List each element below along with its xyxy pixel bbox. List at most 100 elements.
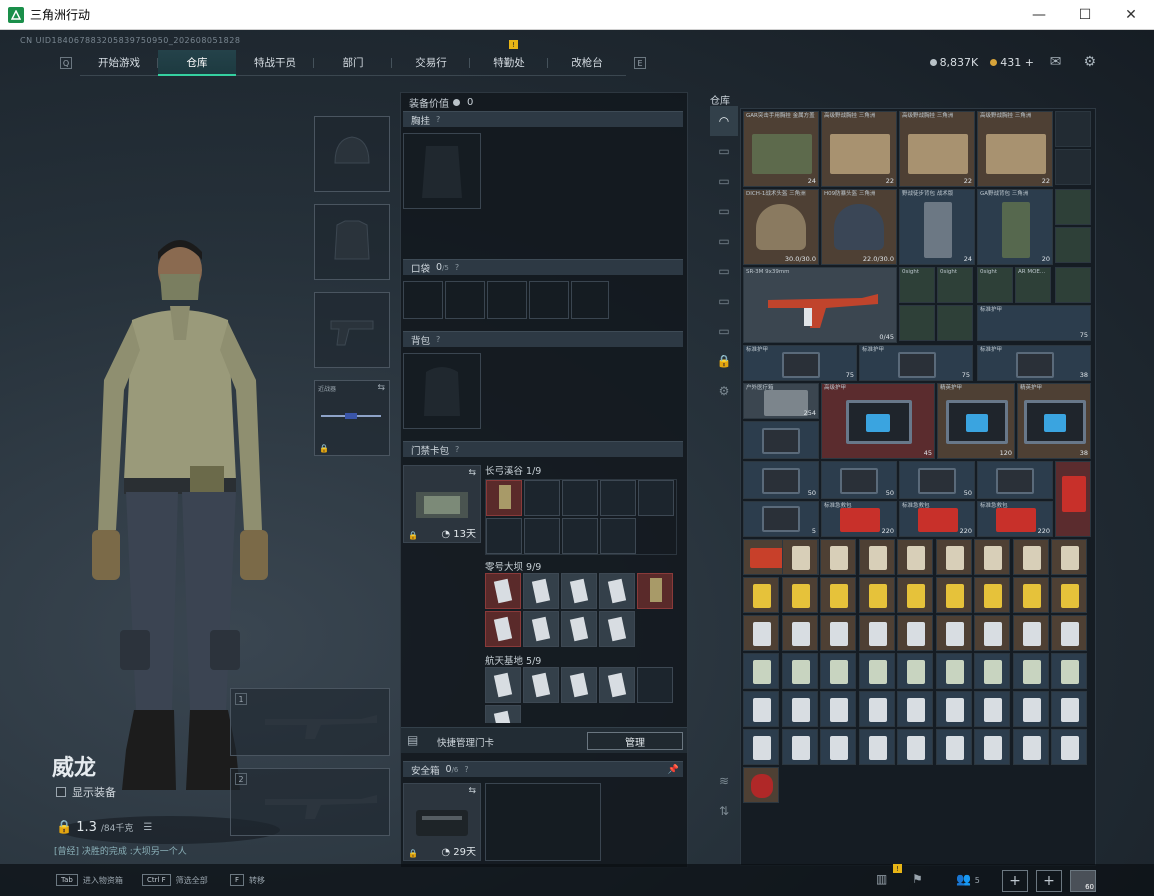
stats-icon[interactable]: ▥ xyxy=(876,872,887,886)
stash-item[interactable] xyxy=(1051,653,1087,689)
sort-icon[interactable]: ⇅ xyxy=(710,796,738,826)
stash-item[interactable] xyxy=(743,421,819,459)
tab-gunsmith[interactable]: 改枪台 xyxy=(548,50,626,76)
key-card-item[interactable] xyxy=(485,705,521,723)
stash-item[interactable] xyxy=(935,653,972,689)
key-slot[interactable] xyxy=(637,667,673,703)
key-card-item[interactable] xyxy=(523,611,559,647)
key-slot[interactable] xyxy=(638,480,674,516)
stash-item[interactable] xyxy=(1051,539,1087,575)
gear-icon[interactable]: ⚙ xyxy=(1083,54,1096,70)
flag-icon[interactable]: ⚑ xyxy=(912,872,923,886)
armor-slot[interactable] xyxy=(314,204,390,280)
tab-weapons-icon[interactable]: ▭ xyxy=(710,286,738,316)
stash-item[interactable] xyxy=(1012,539,1049,575)
key-card-item[interactable] xyxy=(637,573,673,609)
stash-item[interactable] xyxy=(1051,691,1087,727)
stash-item[interactable] xyxy=(743,767,779,803)
primary-weapon-slot-1[interactable]: 1 xyxy=(230,688,390,756)
stash-item[interactable]: 50 xyxy=(743,461,819,499)
stash-item[interactable] xyxy=(781,691,818,727)
stash-item[interactable] xyxy=(897,577,933,613)
key-card-item[interactable] xyxy=(485,667,521,703)
stash-item[interactable] xyxy=(935,539,972,575)
stash-item[interactable] xyxy=(820,729,856,765)
melee-slot[interactable]: 近战器 ⇆ 🔒 xyxy=(314,380,390,456)
stash-item[interactable]: GA野战背包 三角洲 20 xyxy=(977,189,1053,265)
key-card-item[interactable] xyxy=(599,573,635,609)
invite-slot-button[interactable]: + xyxy=(1002,870,1028,892)
stash-item[interactable]: 50 xyxy=(899,461,975,499)
stash-item[interactable]: 高级野战胸挂 三角洲 22 xyxy=(977,111,1053,187)
hint-transfer[interactable]: F 转移 xyxy=(230,874,265,886)
stash-item[interactable] xyxy=(897,615,933,651)
stash-item[interactable] xyxy=(781,539,818,575)
stash-item[interactable]: 高级护甲 45 xyxy=(821,383,935,459)
stash-item[interactable] xyxy=(820,615,856,651)
stash-item[interactable]: 0sight xyxy=(937,267,973,303)
stash-item[interactable]: AR MOE... xyxy=(1015,267,1051,303)
swap-icon[interactable]: ⇆ xyxy=(377,383,385,393)
add-currency-button[interactable]: + xyxy=(1025,56,1034,69)
help-icon[interactable]: ? xyxy=(436,115,440,124)
key-card-item[interactable] xyxy=(485,611,521,647)
stash-item[interactable] xyxy=(858,691,895,727)
tab-weapons-icon[interactable]: ▭ xyxy=(710,256,738,286)
stash-item[interactable] xyxy=(974,577,1010,613)
hint-tab[interactable]: Tab 进入物资箱 xyxy=(56,874,123,886)
stash-item[interactable] xyxy=(1012,577,1049,613)
key-slot[interactable] xyxy=(600,518,636,554)
stash-item[interactable] xyxy=(1055,111,1091,147)
stash-item[interactable] xyxy=(858,729,895,765)
key-slot[interactable] xyxy=(524,480,560,516)
stash-item[interactable] xyxy=(1012,653,1049,689)
maximize-button[interactable]: ☐ xyxy=(1062,0,1108,30)
stash-item[interactable]: 标准急救包 220 xyxy=(821,501,897,537)
stash-item[interactable]: H09防暴头盔 三角洲 22.0/30.0 xyxy=(821,189,897,265)
stash-item[interactable] xyxy=(1051,615,1087,651)
stash-item[interactable] xyxy=(897,539,933,575)
stash-item[interactable] xyxy=(820,539,856,575)
stash-item[interactable] xyxy=(974,653,1010,689)
key-card-item[interactable] xyxy=(599,667,635,703)
key-card-item[interactable] xyxy=(599,611,635,647)
stash-item[interactable]: 标准护甲 75 xyxy=(743,345,857,381)
stash-item[interactable] xyxy=(935,729,972,765)
mail-icon[interactable]: ✉ xyxy=(1050,54,1062,70)
stash-item[interactable]: DICH-1战术头盔 三角洲 30.0/30.0 xyxy=(743,189,819,265)
stash-item[interactable]: 野战徒步背包 战术版 24 xyxy=(899,189,975,265)
stash-item[interactable] xyxy=(743,729,779,765)
stash-item[interactable]: 0sight xyxy=(977,267,1013,303)
stash-item[interactable] xyxy=(743,653,779,689)
tab-weapons-icon[interactable]: ▭ xyxy=(710,136,738,166)
stash-item[interactable] xyxy=(781,577,818,613)
pocket-slot[interactable] xyxy=(445,281,485,319)
stash-item[interactable] xyxy=(899,305,935,341)
key-card-item[interactable] xyxy=(523,667,559,703)
key-card-item[interactable] xyxy=(561,573,597,609)
stash-item[interactable]: 标准护甲 75 xyxy=(859,345,973,381)
close-button[interactable]: ✕ xyxy=(1108,0,1154,30)
tab-weapons-icon[interactable]: ▭ xyxy=(710,316,738,346)
invite-slot-button[interactable]: + xyxy=(1036,870,1062,892)
stash-item[interactable]: 50 xyxy=(821,461,897,499)
stash-item[interactable] xyxy=(897,729,933,765)
tab-market[interactable]: 交易行 xyxy=(392,50,470,76)
chest-rig-slot[interactable] xyxy=(403,133,481,209)
stash-item[interactable] xyxy=(820,653,856,689)
key-card-item[interactable] xyxy=(485,573,521,609)
manage-button[interactable]: 管理 xyxy=(587,732,683,750)
stash-item[interactable] xyxy=(858,653,895,689)
stash-item[interactable] xyxy=(1055,149,1091,185)
stash-item[interactable] xyxy=(743,691,779,727)
stash-item[interactable]: 精英护甲 38 xyxy=(1017,383,1091,459)
stash-item[interactable] xyxy=(820,691,856,727)
backpack-slot[interactable] xyxy=(403,353,481,429)
swap-icon[interactable]: ⇆ xyxy=(468,786,476,796)
pocket-slot[interactable] xyxy=(529,281,569,319)
stash-item[interactable] xyxy=(974,691,1010,727)
key-slot[interactable] xyxy=(524,518,560,554)
stash-item[interactable] xyxy=(1051,577,1087,613)
lock-icon[interactable]: 🔒 xyxy=(710,346,738,376)
stash-item[interactable] xyxy=(974,539,1010,575)
